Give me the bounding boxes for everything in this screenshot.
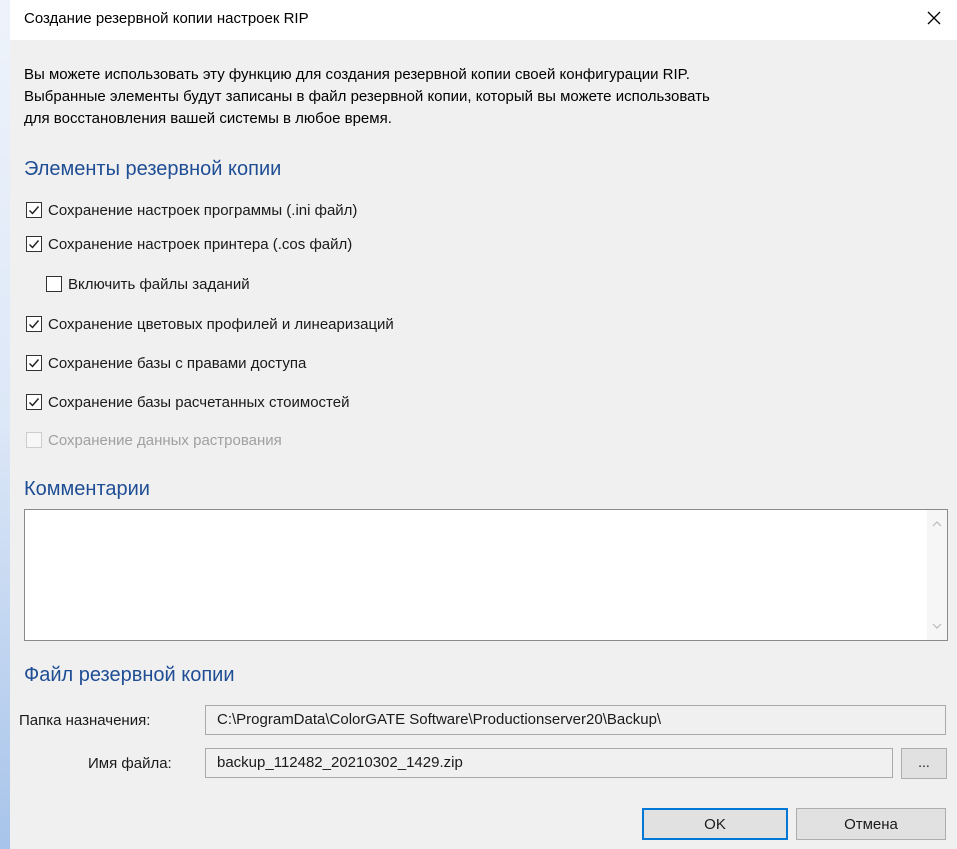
title-bar: Создание резервной копии настроек RIP [10, 0, 957, 40]
backup-dialog: Создание резервной копии настроек RIP Вы… [10, 0, 957, 849]
checkbox-label: Сохранение настроек принтера (.cos файл) [48, 235, 353, 253]
checkbox-include-job-files[interactable]: Включить файлы заданий [46, 272, 250, 296]
checkbox-box[interactable] [46, 276, 62, 292]
check-icon [29, 320, 40, 329]
close-icon [927, 11, 941, 25]
backup-file-title: Файл резервной копии [24, 664, 235, 686]
intro-line-3: для восстановления вашей системы в любое… [24, 110, 392, 127]
check-icon [29, 206, 40, 215]
checkbox-save-color-profiles[interactable]: Сохранение цветовых профилей и линеариза… [26, 312, 394, 336]
cancel-button[interactable]: Отмена [796, 808, 946, 840]
checkbox-box[interactable] [26, 236, 42, 252]
checkbox-save-rasterization-data: Сохранение данных растрования [26, 428, 282, 452]
checkbox-box [26, 432, 42, 448]
intro-line-2: Выбранные элементы будут записаны в файл… [24, 88, 710, 105]
checkbox-save-program-settings[interactable]: Сохранение настроек программы (.ini файл… [26, 198, 357, 222]
comments-input[interactable] [25, 510, 928, 640]
check-icon [29, 240, 40, 249]
checkbox-box[interactable] [26, 355, 42, 371]
chevron-down-icon [932, 623, 942, 629]
background-window-edge [0, 0, 10, 849]
checkbox-save-cost-db[interactable]: Сохранение базы расчетанных стоимостей [26, 390, 349, 414]
backup-items-title: Элементы резервной копии [24, 158, 282, 180]
comments-title: Комментарии [24, 478, 150, 500]
check-icon [29, 398, 40, 407]
chevron-up-icon [932, 521, 942, 527]
checkbox-label: Сохранение базы расчетанных стоимостей [48, 393, 350, 411]
browse-button[interactable]: ... [901, 748, 947, 779]
checkbox-box[interactable] [26, 316, 42, 332]
destination-folder-label: Папка назначения: [19, 712, 151, 729]
filename-field[interactable]: backup_112482_20210302_1429.zip [205, 748, 893, 778]
comments-scrollbar[interactable] [927, 510, 947, 640]
checkbox-save-printer-settings[interactable]: Сохранение настроек принтера (.cos файл) [26, 232, 352, 256]
ok-button[interactable]: OK [642, 808, 788, 840]
checkbox-label: Сохранение данных растрования [48, 431, 282, 449]
scroll-up-button[interactable] [927, 514, 947, 534]
destination-folder-field[interactable]: C:\ProgramData\ColorGATE Software\Produc… [205, 705, 946, 735]
checkbox-save-access-rights-db[interactable]: Сохранение базы с правами доступа [26, 351, 306, 375]
checkbox-label: Включить файлы заданий [68, 275, 250, 293]
checkbox-label: Сохранение базы с правами доступа [48, 354, 307, 372]
checkbox-label: Сохранение цветовых профилей и линеариза… [48, 315, 394, 333]
intro-line-1: Вы можете использовать эту функцию для с… [24, 66, 690, 83]
scroll-down-button[interactable] [927, 616, 947, 636]
comments-box [24, 509, 948, 641]
checkbox-box[interactable] [26, 202, 42, 218]
check-icon [29, 359, 40, 368]
close-button[interactable] [911, 0, 957, 36]
filename-label: Имя файла: [88, 755, 172, 772]
cancel-button-label: Отмена [844, 815, 898, 833]
ok-button-label: OK [704, 815, 726, 833]
checkbox-label: Сохранение настроек программы (.ini файл… [48, 201, 358, 219]
checkbox-box[interactable] [26, 394, 42, 410]
intro-text: Вы можете использовать эту функцию для с… [24, 64, 944, 130]
window-title: Создание резервной копии настроек RIP [24, 10, 309, 27]
